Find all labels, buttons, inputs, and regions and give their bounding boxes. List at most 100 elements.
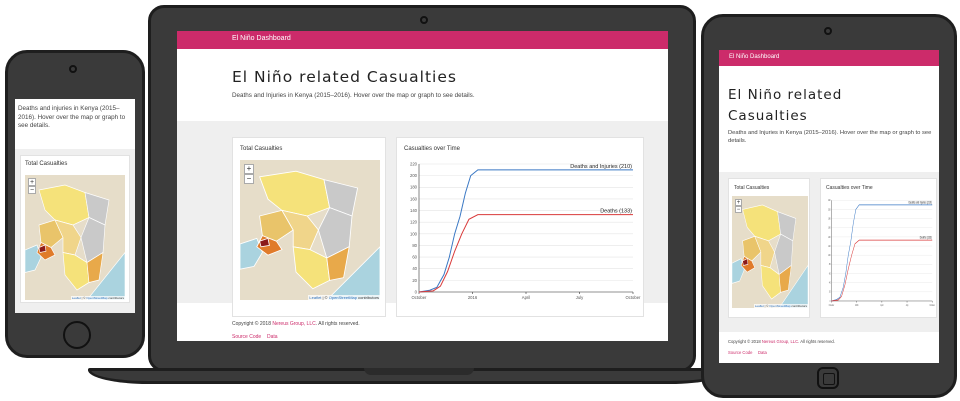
y-tick-label: 40 xyxy=(829,282,831,284)
chart-layer: 0 20 40 60 80 100 120 140 160 180 200 220 October 201… xyxy=(410,161,641,300)
zoom-out-button[interactable]: − xyxy=(244,174,254,184)
data-link[interactable]: Data xyxy=(758,350,767,355)
series-line-0 xyxy=(831,204,933,302)
page-description: Deaths and Injuries in Kenya (2015–2016)… xyxy=(232,92,475,99)
y-tick-label: 0 xyxy=(830,301,831,303)
copyright: Copyright © 2018 Nereus Group, LLC. All … xyxy=(728,339,835,344)
x-tick-label: October xyxy=(930,303,936,307)
tablet-camera xyxy=(824,27,832,35)
y-tick-label: 140 xyxy=(828,237,831,239)
map-card: Total Casualties + − Leaflet | © OpenStr… xyxy=(232,137,386,317)
y-tick-label: 200 xyxy=(410,173,418,178)
y-tick-label: 120 xyxy=(828,246,831,248)
osm-link[interactable]: OpenStreetMap xyxy=(329,295,357,300)
page-description: Deaths and injuries in Kenya (2015–2016)… xyxy=(18,105,126,129)
y-tick-label: 200 xyxy=(828,209,831,211)
tablet-home-button[interactable] xyxy=(817,367,839,389)
map-card-title: Total Casualties xyxy=(25,161,68,167)
source-code-link[interactable]: Source Code xyxy=(232,334,261,340)
navbar-brand[interactable]: El Niño Dashboard xyxy=(729,54,779,60)
y-tick-label: 160 xyxy=(828,227,831,229)
source-code-link[interactable]: Source Code xyxy=(728,350,752,355)
page-title-line-1: El Niño related xyxy=(728,87,843,103)
y-tick-label: 140 xyxy=(410,208,418,213)
chart-card: Casualties over Time 0 20 40 60 80 100 120 140 1… xyxy=(396,137,644,317)
attribution-tail: contributors xyxy=(356,295,379,300)
kenya-map[interactable]: + − Leaflet | © OpenStreetMap contributo… xyxy=(240,160,380,300)
x-tick-label: 2016 xyxy=(855,305,859,307)
osm-link[interactable]: OpenStreetMap xyxy=(86,296,107,300)
copyright-suffix: . All rights reserved. xyxy=(798,339,835,344)
casualties-chart[interactable]: 0 20 40 60 80 100 120 140 160 180 200 220 October 201… xyxy=(823,194,936,312)
map-card-title: Total Casualties xyxy=(734,185,770,191)
x-tick-label: October xyxy=(829,303,835,307)
zoom-in-button[interactable]: + xyxy=(735,199,742,206)
series-line-0 xyxy=(418,169,633,293)
north-region-shape xyxy=(259,170,331,217)
x-tick-label: October xyxy=(412,295,428,300)
map-card: Total Casualties + − Leaflet | © OpenStr… xyxy=(728,178,810,318)
attribution-tail: contributors xyxy=(107,296,124,300)
map-attribution: Leaflet | © OpenStreetMap contributors xyxy=(70,296,125,300)
navbar-brand[interactable]: El Niño Dashboard xyxy=(232,35,291,42)
leaflet-link[interactable]: Leaflet xyxy=(755,304,764,308)
phone-screen: Deaths and injuries in Kenya (2015–2016)… xyxy=(15,99,135,313)
x-tick-label: July xyxy=(576,295,584,300)
north-region-shape xyxy=(38,184,90,226)
leaflet-link[interactable]: Leaflet xyxy=(72,296,81,300)
osm-link[interactable]: OpenStreetMap xyxy=(769,304,790,308)
y-tick-label: 180 xyxy=(410,185,418,190)
map-attribution: Leaflet | © OpenStreetMap contributors xyxy=(308,295,380,300)
kenya-map[interactable]: + − Leaflet | © OpenStreetMap contributo… xyxy=(732,196,808,308)
laptop-screen: El Niño Dashboard El Niño related Casual… xyxy=(177,31,668,341)
company-name: Nereus Group, LLC xyxy=(272,321,316,327)
map-layer xyxy=(25,184,125,300)
north-region-shape xyxy=(742,204,781,242)
kenya-map[interactable]: + − Leaflet | © OpenStreetMap contributo… xyxy=(25,175,125,300)
y-tick-label: 20 xyxy=(412,278,417,283)
copyright-prefix: Copyright © 2018 xyxy=(728,339,762,344)
tablet-device: El Niño Dashboard El Niño related Casual… xyxy=(701,14,957,398)
chart-card-title: Casualties over Time xyxy=(826,185,873,191)
zoom-out-button[interactable]: − xyxy=(735,206,742,213)
south-region-shape xyxy=(62,252,90,291)
zoom-out-button[interactable]: − xyxy=(28,186,36,194)
y-tick-label: 80 xyxy=(829,264,831,266)
zoom-in-button[interactable]: + xyxy=(28,178,36,186)
leaflet-link[interactable]: Leaflet xyxy=(309,295,321,300)
y-tick-label: 40 xyxy=(412,266,417,271)
south-region-shape xyxy=(292,246,331,290)
map-attribution: Leaflet | © OpenStreetMap contributors xyxy=(753,304,808,308)
laptop-notch xyxy=(364,368,474,375)
data-link[interactable]: Data xyxy=(267,334,278,340)
chart-card-title: Casualties over Time xyxy=(404,146,461,152)
phone-device: Deaths and injuries in Kenya (2015–2016)… xyxy=(5,50,145,358)
copyright-prefix: Copyright © 2018 xyxy=(232,321,273,327)
y-tick-label: 120 xyxy=(410,220,418,225)
series-label-1: Deaths (133) xyxy=(600,209,632,215)
chart-layer: 0 20 40 60 80 100 120 140 160 180 200 220 October 201… xyxy=(828,200,936,307)
page-description: Deaths and Injuries in Kenya (2015–2016)… xyxy=(728,130,932,144)
laptop-device: El Niño Dashboard El Niño related Casual… xyxy=(148,5,696,372)
laptop-camera xyxy=(420,16,428,24)
y-tick-label: 0 xyxy=(415,289,418,294)
y-tick-label: 60 xyxy=(412,255,417,260)
company-name: Nereus Group, LLC xyxy=(761,339,799,344)
phone-home-button[interactable] xyxy=(63,321,91,349)
map-layer xyxy=(732,204,808,308)
x-tick-label: July xyxy=(906,305,909,307)
south-region-shape xyxy=(760,265,781,300)
y-tick-label: 220 xyxy=(410,161,418,166)
x-tick-label: April xyxy=(880,303,883,307)
tablet-screen: El Niño Dashboard El Niño related Casual… xyxy=(719,50,939,363)
y-tick-label: 180 xyxy=(828,218,831,220)
chart-card: Casualties over Time 0 20 40 60 80 100 120 140 1… xyxy=(820,178,937,318)
copyright: Copyright © 2018 Nereus Group, LLC. All … xyxy=(232,321,360,327)
map-layer xyxy=(240,170,380,300)
zoom-in-button[interactable]: + xyxy=(244,164,254,174)
series-label-1: Deaths (133) xyxy=(920,235,932,240)
y-tick-label: 100 xyxy=(828,255,831,257)
casualties-chart[interactable]: 0 20 40 60 80 100 120 140 160 180 200 220 October 201… xyxy=(401,156,641,306)
navbar: El Niño Dashboard xyxy=(719,50,939,66)
series-label-0: Deaths and Injuries (210) xyxy=(570,164,632,170)
